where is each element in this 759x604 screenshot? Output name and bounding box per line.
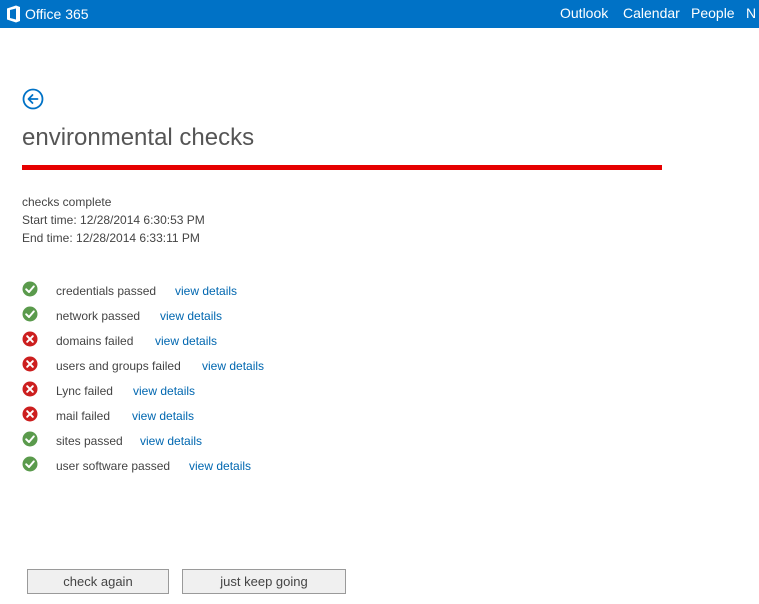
view-details-link[interactable]: view details xyxy=(160,309,222,323)
check-label: credentials passed xyxy=(56,284,157,298)
nav-outlook[interactable]: Outlook xyxy=(560,5,608,21)
check-icon xyxy=(22,281,38,297)
status-block: checks complete Start time: 12/28/2014 6… xyxy=(22,193,205,247)
check-icon xyxy=(22,431,38,447)
view-details-link[interactable]: view details xyxy=(140,434,202,448)
error-icon xyxy=(22,381,38,397)
office365-brand[interactable]: Office 365 xyxy=(6,4,89,24)
progress-bar-fill xyxy=(22,165,662,170)
nav-calendar[interactable]: Calendar xyxy=(623,5,680,21)
page-title: environmental checks xyxy=(22,124,255,151)
view-details-link[interactable]: view details xyxy=(202,359,264,373)
back-arrow-icon[interactable] xyxy=(22,88,44,110)
check-label: network passed xyxy=(56,309,141,323)
view-details-link[interactable]: view details xyxy=(175,284,237,298)
check-label: users and groups failed xyxy=(56,359,181,373)
view-details-link[interactable]: view details xyxy=(189,459,251,473)
status-text: checks complete xyxy=(22,195,112,209)
top-bar: Office 365 Outlook Calendar People N xyxy=(0,0,759,28)
brand-name: Office 365 xyxy=(25,6,89,22)
start-time: Start time: 12/28/2014 6:30:53 PM xyxy=(22,213,205,227)
check-label: domains failed xyxy=(56,334,134,348)
nav-more[interactable]: N xyxy=(746,5,756,21)
check-again-button[interactable]: check again xyxy=(27,569,169,594)
error-icon xyxy=(22,356,38,372)
error-icon xyxy=(22,331,38,347)
view-details-link[interactable]: view details xyxy=(133,384,195,398)
office-logo-icon xyxy=(7,5,20,23)
view-details-link[interactable]: view details xyxy=(132,409,194,423)
check-label: user software passed xyxy=(56,459,171,473)
error-icon xyxy=(22,406,38,422)
check-label: mail failed xyxy=(56,409,111,423)
check-icon xyxy=(22,306,38,322)
check-label: Lync failed xyxy=(56,384,113,398)
view-details-link[interactable]: view details xyxy=(155,334,217,348)
end-time: End time: 12/28/2014 6:33:11 PM xyxy=(22,231,200,245)
just-keep-going-button[interactable]: just keep going xyxy=(182,569,346,594)
check-icon xyxy=(22,456,38,472)
check-label: sites passed xyxy=(56,434,123,448)
nav-people[interactable]: People xyxy=(691,5,735,21)
progress-bar xyxy=(22,165,662,170)
